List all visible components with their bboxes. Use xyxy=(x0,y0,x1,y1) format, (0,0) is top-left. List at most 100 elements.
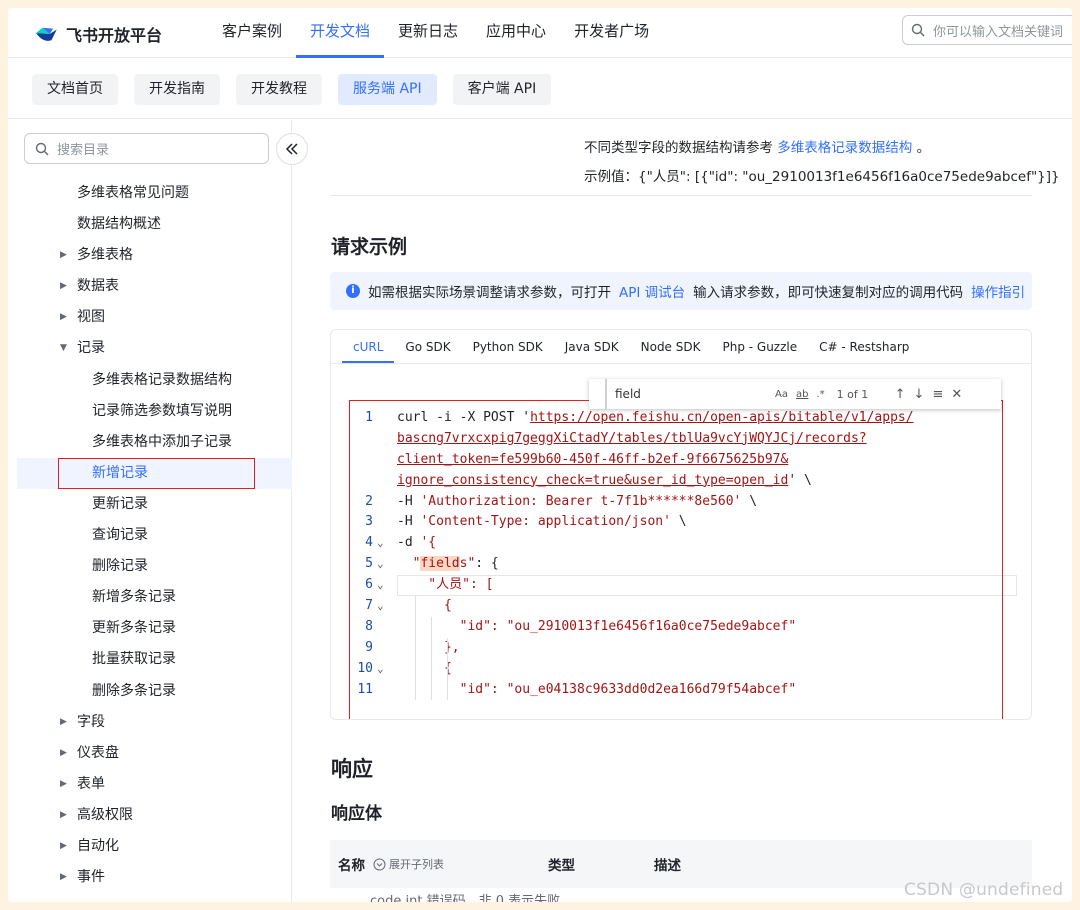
sidebar-item[interactable]: ▶ 字段 xyxy=(8,707,292,738)
arrow-down-icon[interactable]: ↓ xyxy=(914,387,925,402)
doc-category-tabs: 文档首页 开发指南 开发教程 服务端 API 客户端 API xyxy=(32,74,552,105)
find-in-selection-icon[interactable]: ≡ xyxy=(932,387,943,402)
nav-item[interactable]: 开发文档 xyxy=(296,8,385,58)
sidebar-item[interactable]: 多维表格常见问题 xyxy=(8,178,292,209)
sidebar-item[interactable]: 多维表格中添加子记录 xyxy=(8,427,292,458)
sidebar: 搜索目录 多维表格常见问题 数据结构概述 ▶ 多维表格 ▶ 数据表 ▶ 视图 ▼ 记录 多维表格记录… xyxy=(8,120,308,902)
caret-right-icon[interactable]: ▶ xyxy=(60,302,67,333)
sidebar-item-label: 查询记录 xyxy=(92,527,148,544)
chevron-down-circle-icon xyxy=(373,858,386,870)
caret-down-icon[interactable]: ▼ xyxy=(60,333,67,364)
info-icon: i xyxy=(346,284,360,298)
sidebar-item[interactable]: 查询记录 xyxy=(8,520,292,551)
example-label: 示例值： xyxy=(584,169,638,185)
main-content: 不同类型字段的数据结构请参考 多维表格记录数据结构 。 示例值：{"人员": [… xyxy=(292,120,1072,902)
brand-logo[interactable]: 飞书开放平台 xyxy=(34,22,162,46)
notice-text: 如需根据实际场景调整请求参数，可打开 xyxy=(368,285,611,301)
sidebar-item-label: 新增多条记录 xyxy=(92,589,176,606)
sidebar-item-label: 字段 xyxy=(77,713,105,730)
api-console-notice: i 如需根据实际场景调整请求参数，可打开 API 调试台 输入请求参数，即可快速… xyxy=(330,272,1032,310)
doc-category-tab[interactable]: 开发指南 xyxy=(134,74,220,105)
highlight-annotation-box xyxy=(58,457,255,489)
caret-right-icon[interactable]: ▶ xyxy=(60,271,67,302)
nav-item[interactable]: 客户案例 xyxy=(208,8,296,58)
col-type: 类型 xyxy=(548,858,575,874)
sidebar-item[interactable]: ▶ 自动化 xyxy=(8,831,292,862)
sidebar-item[interactable]: ▼ 记录 xyxy=(8,333,292,364)
api-console-link[interactable]: API 调试台 xyxy=(619,281,685,301)
toc-search-input[interactable]: 搜索目录 xyxy=(24,133,269,164)
code-sample-panel: cURL Go SDK Python SDK Java SDK Node SDK Php … xyxy=(330,329,1032,720)
note-end: 。 xyxy=(916,140,931,156)
sidebar-item[interactable]: ▶ 高级权限 xyxy=(8,800,292,831)
sidebar-item[interactable]: 批量获取记录 xyxy=(8,644,292,675)
sidebar-item-label: 高级权限 xyxy=(77,806,133,823)
caret-right-icon[interactable]: ▶ xyxy=(60,769,67,800)
sidebar-item-label: 多维表格记录数据结构 xyxy=(92,371,232,388)
collapse-sidebar-button[interactable] xyxy=(276,133,308,165)
nav-item[interactable]: 更新日志 xyxy=(384,8,472,58)
code-language-tab[interactable]: Java SDK xyxy=(554,330,630,363)
caret-right-icon[interactable]: ▶ xyxy=(60,738,67,769)
example-value-line: 示例值：{"人员": [{"id": "ou_2910013f1e6456f16… xyxy=(584,165,1060,185)
guide-link[interactable]: 操作指引 xyxy=(971,281,1025,301)
sidebar-item[interactable]: 删除记录 xyxy=(8,551,292,582)
code-language-tab[interactable]: C# - Restsharp xyxy=(808,330,920,363)
sidebar-item[interactable]: ▶ 视图 xyxy=(8,302,292,333)
code-language-tab[interactable]: Python SDK xyxy=(462,330,554,363)
caret-right-icon[interactable]: ▶ xyxy=(60,862,67,893)
sidebar-item[interactable]: ▶ 多维表格 xyxy=(8,240,292,271)
match-word-toggle[interactable]: ab xyxy=(796,389,808,400)
find-options: Aa ab .* xyxy=(775,389,825,400)
code-language-tab[interactable]: Go SDK xyxy=(394,330,461,363)
doc-category-tab[interactable]: 客户端 API xyxy=(452,74,552,105)
sidebar-item[interactable]: ▶ 仪表盘 xyxy=(8,738,292,769)
doc-category-tab[interactable]: 服务端 API xyxy=(338,74,437,105)
doc-category-tab[interactable]: 文档首页 xyxy=(32,74,118,105)
page-frame: 飞书开放平台 客户案例 开发文档 更新日志 应用中心 开发者广场 你可以输入文档关键词 … xyxy=(8,8,1072,902)
sidebar-item[interactable]: 记录筛选参数填写说明 xyxy=(8,396,292,427)
sidebar-item-label: 视图 xyxy=(77,309,105,326)
sidebar-item[interactable]: 更新多条记录 xyxy=(8,613,292,644)
nav-item[interactable]: 应用中心 xyxy=(472,8,560,58)
response-heading: 响应 xyxy=(331,757,373,781)
arrow-up-icon[interactable]: ↑ xyxy=(895,387,906,402)
nav-item[interactable]: 开发者广场 xyxy=(560,8,663,58)
sidebar-item[interactable]: 更新记录 xyxy=(8,489,292,520)
note-text: 不同类型字段的数据结构请参考 xyxy=(584,140,773,156)
watermark: CSDN @undefined xyxy=(904,880,1064,900)
sidebar-item[interactable]: 新增多条记录 xyxy=(8,582,292,613)
sidebar-item[interactable]: 数据结构概述 xyxy=(8,209,292,240)
expand-sublist-button[interactable]: 展开子列表 xyxy=(373,856,444,872)
caret-right-icon[interactable]: ▶ xyxy=(60,831,67,862)
col-name: 名称 xyxy=(338,858,365,874)
caret-right-icon[interactable]: ▶ xyxy=(60,240,67,271)
doc-category-tab[interactable]: 开发教程 xyxy=(236,74,322,105)
close-icon[interactable]: ✕ xyxy=(951,387,962,402)
sidebar-item[interactable]: ▶ 表单 xyxy=(8,769,292,800)
toc-tree: 多维表格常见问题 数据结构概述 ▶ 多维表格 ▶ 数据表 ▶ 视图 ▼ 记录 多维表格记录数据结构记… xyxy=(8,178,292,893)
main-nav: 客户案例 开发文档 更新日志 应用中心 开发者广场 xyxy=(208,8,663,58)
notice-text-2: 输入请求参数，即可快速复制对应的调用代码 xyxy=(693,285,964,301)
caret-right-icon[interactable]: ▶ xyxy=(60,800,67,831)
doc-search-input[interactable]: 你可以输入文档关键词 xyxy=(902,15,1072,45)
caret-right-icon[interactable]: ▶ xyxy=(60,707,67,738)
sidebar-item[interactable]: 新增记录 xyxy=(17,457,292,489)
match-case-toggle[interactable]: Aa xyxy=(775,389,788,400)
sidebar-item[interactable]: 删除多条记录 xyxy=(8,676,292,707)
sidebar-item-label: 删除多条记录 xyxy=(92,682,176,699)
regex-toggle[interactable]: .* xyxy=(816,389,824,400)
top-navigation: 飞书开放平台 客户案例 开发文档 更新日志 应用中心 开发者广场 你可以输入文档关键词 xyxy=(8,8,1072,58)
find-input[interactable]: field xyxy=(615,387,775,401)
sidebar-item[interactable]: ▶ 事件 xyxy=(8,862,292,893)
sidebar-item-label: 仪表盘 xyxy=(77,744,119,761)
sidebar-item[interactable]: ▶ 数据表 xyxy=(8,271,292,302)
partial-row-text: code int 错误码，非 0 表示失败 xyxy=(370,894,561,902)
code-language-tab[interactable]: Php - Guzzle xyxy=(711,330,808,363)
code-language-tab[interactable]: Node SDK xyxy=(630,330,712,363)
record-structure-link[interactable]: 多维表格记录数据结构 xyxy=(777,140,912,156)
sidebar-item-label: 更新多条记录 xyxy=(92,620,176,637)
code-language-tab[interactable]: cURL xyxy=(342,330,395,363)
doc-search-placeholder: 你可以输入文档关键词 xyxy=(933,24,1064,40)
sidebar-item[interactable]: 多维表格记录数据结构 xyxy=(8,365,292,396)
